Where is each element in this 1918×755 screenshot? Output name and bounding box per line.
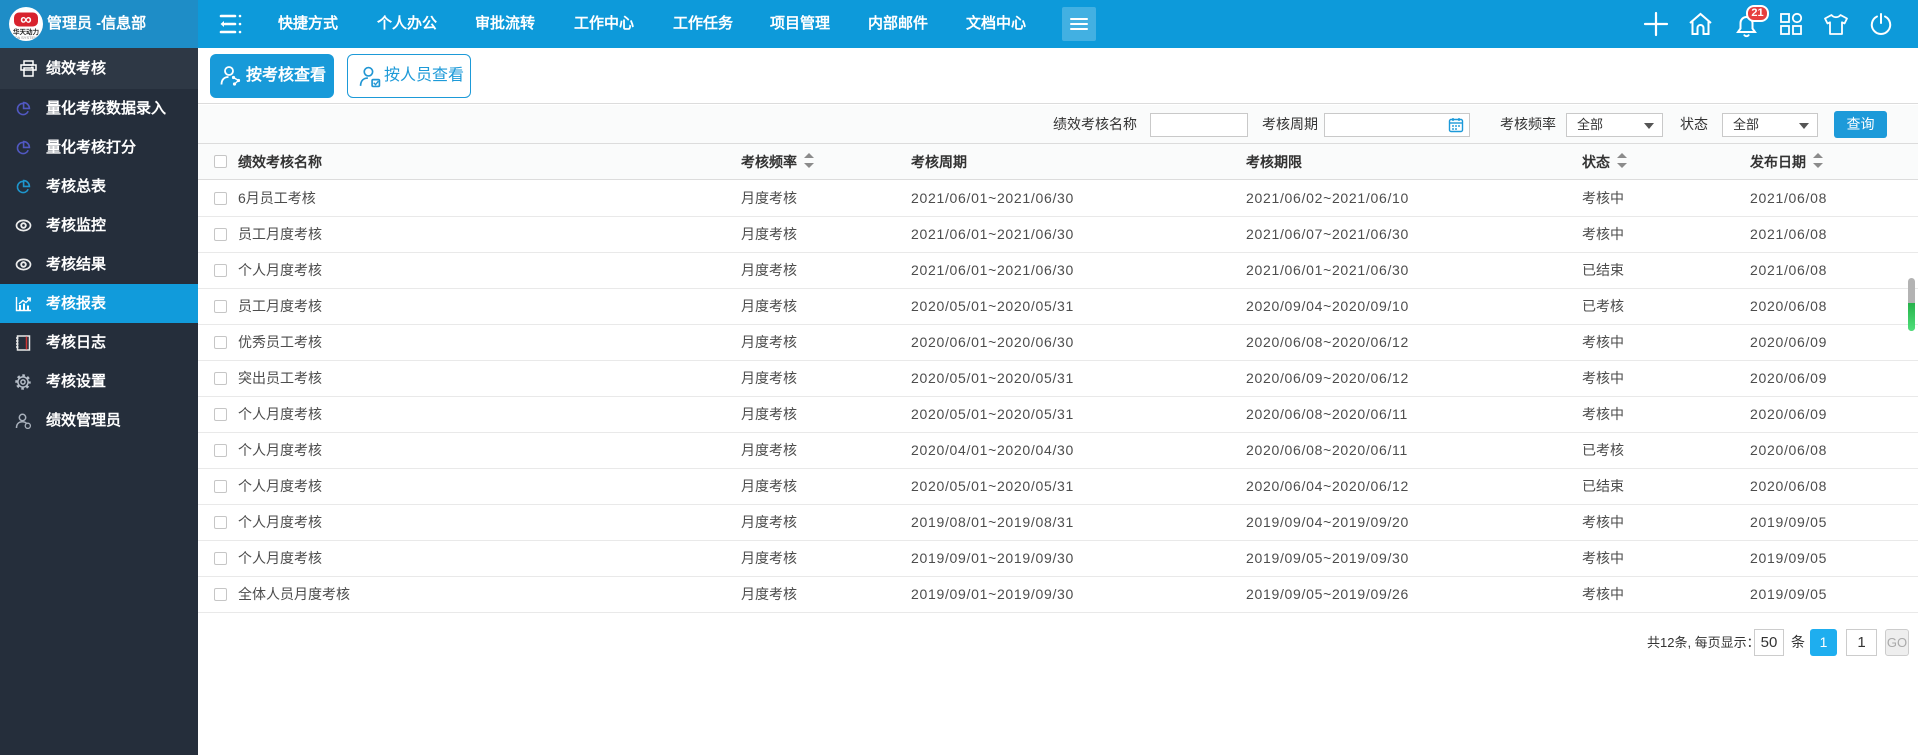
svg-text:∞: ∞ [20, 12, 31, 29]
svg-text:OA SYSTEM: OA SYSTEM [14, 35, 37, 40]
